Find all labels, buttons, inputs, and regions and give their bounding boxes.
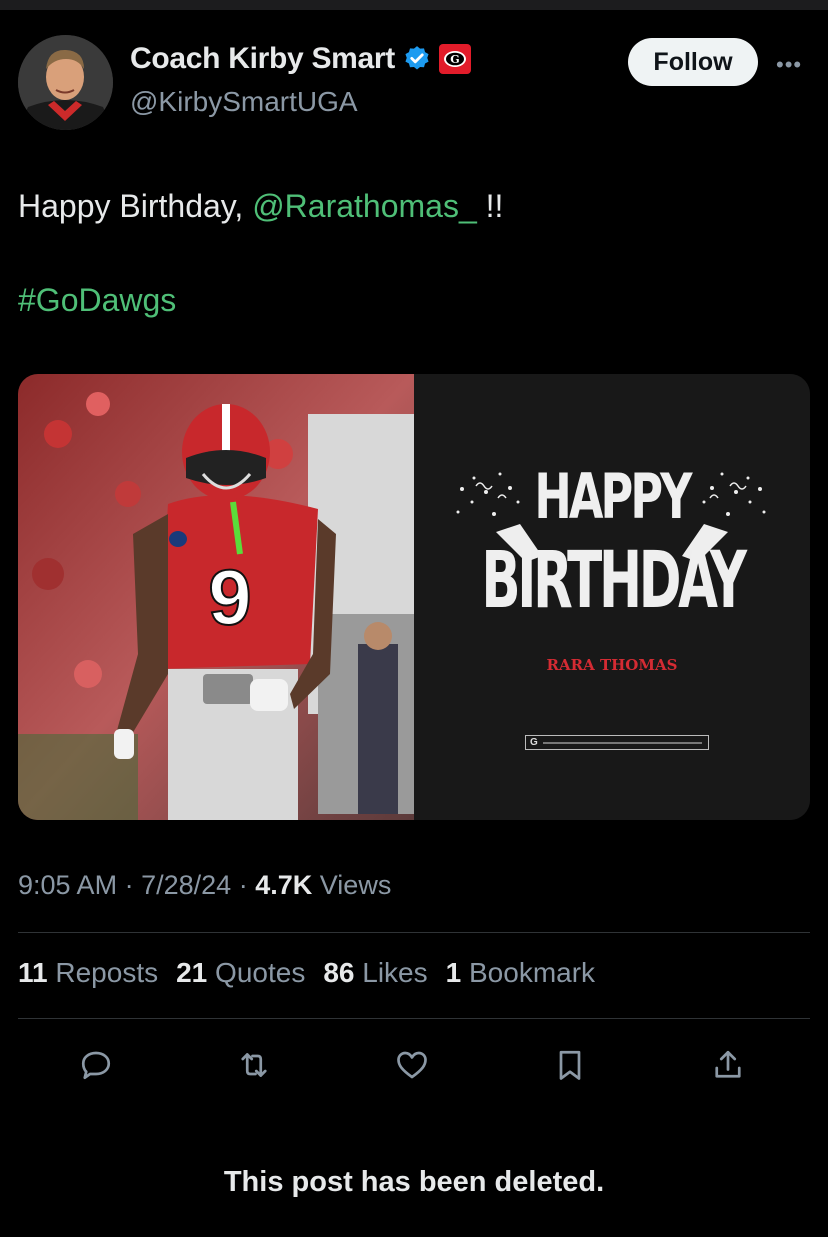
reposts-label: Reposts: [55, 957, 159, 988]
tweet-meta: 9:05 AM · 7/28/24 · 4.7K Views: [18, 870, 391, 901]
player-photo[interactable]: 9: [18, 374, 414, 820]
verified-badge-icon: [405, 46, 429, 70]
birthday-graphic-panel[interactable]: HAPPY BIRTHDAY RARA THOMAS G: [414, 374, 810, 820]
action-bar: [0, 1040, 828, 1090]
tweet-media[interactable]: 9 HAPPY BIRTHDAY RARA THOMAS G: [18, 374, 810, 820]
sponsor-logo-letter: G: [530, 737, 538, 748]
tweet-text-after: !!: [476, 188, 504, 224]
graphic-birthday-text: BIRTHDAY: [481, 536, 747, 626]
mention-link[interactable]: @Rarathomas_: [252, 188, 477, 224]
author-name-row: Coach Kirby Smart G: [130, 42, 471, 76]
views-count: 4.7K: [255, 870, 313, 900]
sponsor-fine-print: [542, 741, 702, 744]
affiliate-badge-icon[interactable]: G: [438, 44, 471, 74]
author-handle[interactable]: @KirbySmartUGA: [130, 86, 358, 118]
jersey-number: 9: [208, 553, 251, 641]
author-name[interactable]: Coach Kirby Smart: [130, 42, 395, 76]
bookmark-icon[interactable]: [547, 1040, 593, 1090]
divider: [18, 932, 810, 933]
bookmarks-stat[interactable]: 1 Bookmark: [446, 957, 595, 989]
likes-label: Likes: [362, 957, 428, 988]
meta-separator: ·: [238, 870, 248, 900]
bookmarks-label: Bookmark: [469, 957, 596, 988]
likes-stat[interactable]: 86 Likes: [323, 957, 427, 989]
tweet-text-before: Happy Birthday,: [18, 188, 253, 224]
share-icon[interactable]: [705, 1040, 751, 1090]
engagement-stats: 11 Reposts 21 Quotes 86 Likes 1 Bookmark: [18, 957, 595, 989]
reposts-count: 11: [18, 957, 48, 988]
reply-icon[interactable]: [73, 1040, 119, 1090]
deleted-notice: This post has been deleted.: [223, 1166, 605, 1198]
meta-separator: ·: [124, 870, 134, 900]
graphic-player-name: RARA THOMAS: [546, 656, 678, 674]
tweet-date[interactable]: 7/28/24: [141, 870, 231, 900]
views-label: Views: [319, 870, 392, 900]
graphic-happy-text: HAPPY: [534, 460, 692, 533]
tweet-text: Happy Birthday, @Rarathomas_ !!: [18, 186, 503, 226]
follow-button[interactable]: Follow: [628, 38, 758, 86]
quotes-label: Quotes: [215, 957, 306, 988]
hashtag-link[interactable]: #GoDawgs: [18, 282, 176, 319]
reposts-stat[interactable]: 11 Reposts: [18, 957, 158, 989]
status-bar-strip: [0, 0, 828, 10]
quotes-stat[interactable]: 21 Quotes: [176, 957, 305, 989]
like-icon[interactable]: [389, 1040, 435, 1090]
affiliate-letter: G: [450, 53, 459, 66]
bookmarks-count: 1: [445, 957, 462, 988]
sponsor-strip: G: [525, 735, 709, 750]
more-options-icon[interactable]: •••: [776, 52, 802, 78]
likes-count: 86: [323, 957, 355, 988]
repost-icon[interactable]: [231, 1040, 277, 1090]
quotes-count: 21: [176, 957, 208, 988]
player-photo-image: 9: [18, 374, 414, 820]
tweet-time[interactable]: 9:05 AM: [18, 870, 117, 900]
avatar[interactable]: [18, 35, 113, 130]
divider: [18, 1018, 810, 1019]
